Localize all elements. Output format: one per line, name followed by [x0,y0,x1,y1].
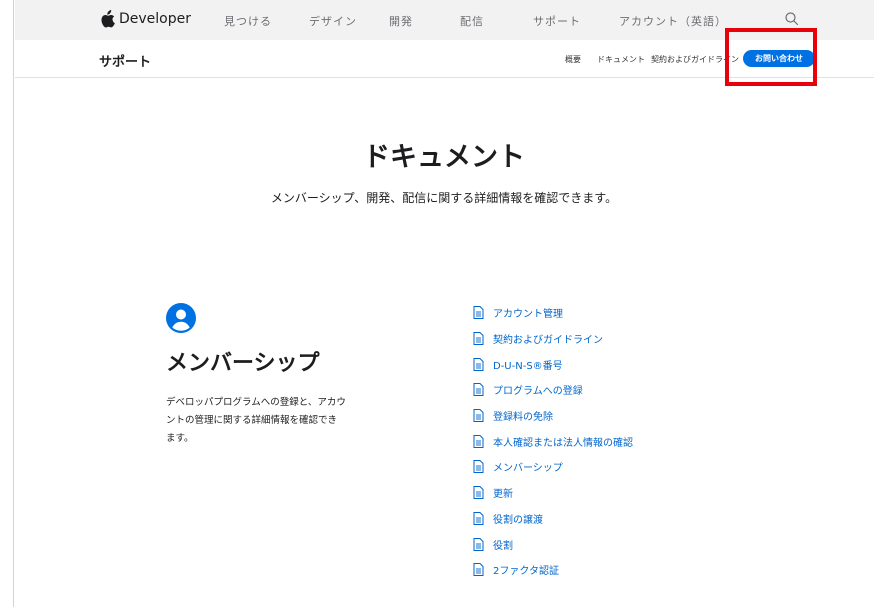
document-icon [473,383,484,397]
document-link[interactable]: 役割の譲渡 [473,506,633,532]
document-link[interactable]: メンバーシップ [473,454,633,480]
document-link-label: 登録料の免除 [493,412,553,424]
search-icon[interactable] [784,11,800,27]
window-left-edge [0,0,14,607]
document-link-label: メンバーシップ [493,463,563,475]
document-link-label: 2ファクタ認証 [493,566,559,578]
local-nav-title[interactable]: サポート [99,51,151,70]
nav-account[interactable]: アカウント（英語） [619,13,727,29]
document-link-label: 役割の譲渡 [493,514,543,526]
local-nav-overview[interactable]: 概要 [565,54,581,65]
document-icon [473,409,484,423]
nav-support[interactable]: サポート [533,13,581,29]
document-icon [473,306,484,320]
document-link-label: プログラムへの登録 [493,386,583,398]
membership-description: デベロッパプログラムへの登録と、アカウントの管理に関する詳細情報を確認できます。 [166,397,346,444]
document-link[interactable]: 2ファクタ認証 [473,557,633,583]
document-icon [473,357,484,371]
brand-label: Developer [119,11,192,27]
document-link-label: 本人確認または法人情報の確認 [493,437,633,449]
document-icon [473,563,484,577]
person-circle-icon [166,303,196,333]
membership-title: メンバーシップ [166,351,320,376]
document-link-label: アカウント管理 [493,309,563,321]
document-link[interactable]: 契約およびガイドライン [473,326,633,352]
document-link-label: 契約およびガイドライン [493,335,603,347]
document-icon [473,511,484,525]
document-link-label: D-U-N-S®番号 [493,360,563,372]
highlight-box [725,28,817,86]
document-link[interactable]: 役割 [473,531,633,557]
document-link[interactable]: D-U-N-S®番号 [473,351,633,377]
nav-design[interactable]: デザイン [309,13,357,29]
document-icon [473,434,484,448]
document-icon [473,332,484,346]
nav-distribute[interactable]: 配信 [460,13,484,29]
document-list: アカウント管理 契約およびガイドライン D-U-N-S®番号 プログラムへの登録… [473,300,633,583]
page-subtitle: メンバーシップ、開発、配信に関する詳細情報を確認できます。 [270,191,618,205]
nav-discover[interactable]: 見つける [224,13,272,29]
document-link[interactable]: プログラムへの登録 [473,377,633,403]
page-title: ドキュメント [363,142,525,173]
document-link[interactable]: 登録料の免除 [473,403,633,429]
developer-home-link[interactable]: Developer [99,10,191,28]
document-link-label: 役割 [493,540,513,552]
document-link-label: 更新 [493,489,513,501]
local-nav-documents[interactable]: ドキュメント [597,54,645,65]
apple-logo-icon [101,10,115,28]
document-link[interactable]: 更新 [473,480,633,506]
document-icon [473,486,484,500]
nav-develop[interactable]: 開発 [389,13,413,29]
document-icon [473,537,484,551]
document-link[interactable]: 本人確認または法人情報の確認 [473,428,633,454]
document-icon [473,460,484,474]
document-link[interactable]: アカウント管理 [473,300,633,326]
